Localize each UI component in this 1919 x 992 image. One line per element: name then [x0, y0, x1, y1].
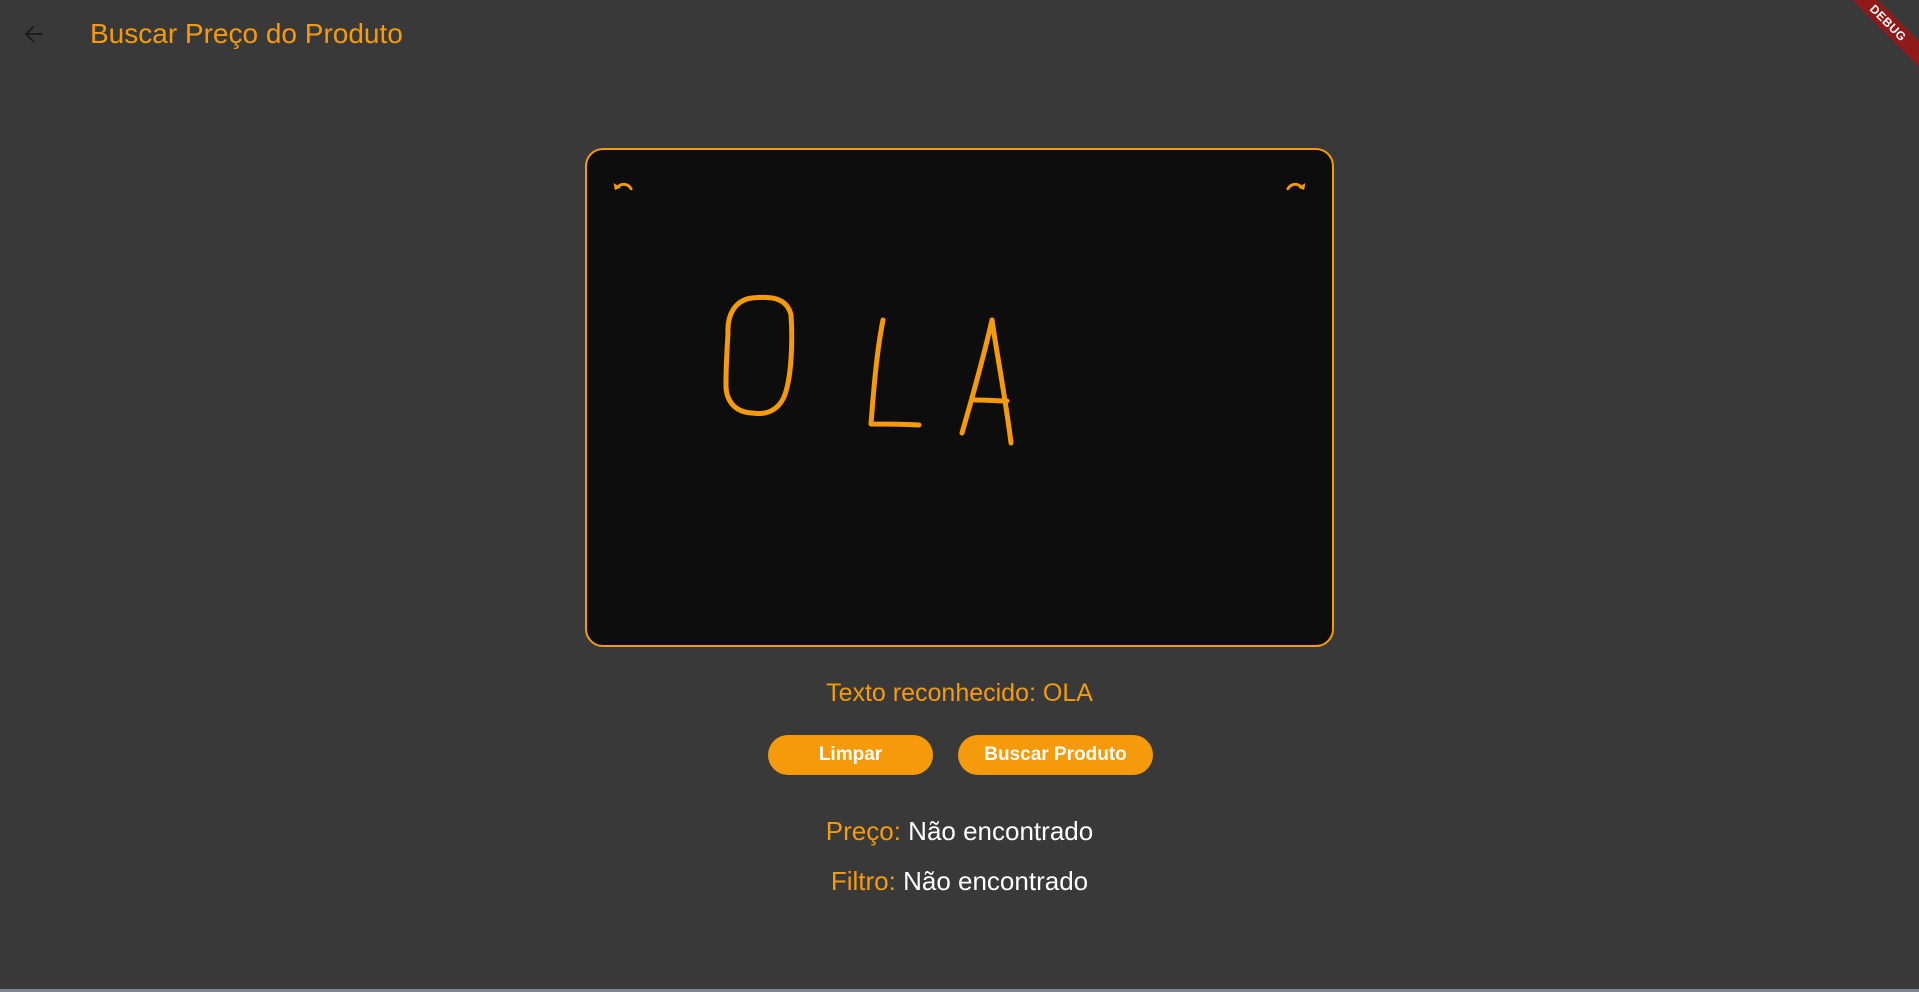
- stroke-letter-l: [868, 317, 922, 428]
- app-root: Buscar Preço do Produto DEBUG Texto reco…: [0, 0, 1919, 992]
- price-result: Preço: Não encontrado: [0, 815, 1919, 847]
- stroke-letter-o: [723, 294, 795, 417]
- filter-result: Filtro: Não encontrado: [0, 865, 1919, 897]
- search-product-button[interactable]: Buscar Produto: [958, 735, 1153, 775]
- filter-label: Filtro:: [830, 866, 896, 896]
- handwritten-strokes: [723, 294, 1014, 446]
- price-value: Não encontrado: [908, 816, 1094, 846]
- stroke-letter-a-left: [959, 317, 995, 436]
- drawing-canvas[interactable]: [585, 148, 1334, 647]
- filter-value: Não encontrado: [903, 866, 1089, 896]
- price-label: Preço:: [825, 816, 901, 846]
- back-button[interactable]: [14, 14, 54, 54]
- recognized-text: Texto reconhecido: OLA: [826, 679, 1093, 707]
- app-bar: Buscar Preço do Produto: [0, 0, 1919, 68]
- clear-button[interactable]: Limpar: [768, 735, 933, 775]
- stroke-letter-a-right: [989, 317, 1014, 446]
- arrow-left-icon: [25, 26, 43, 42]
- stroke-letter-a-bar: [972, 397, 1010, 404]
- page-title: Buscar Preço do Produto: [90, 18, 403, 49]
